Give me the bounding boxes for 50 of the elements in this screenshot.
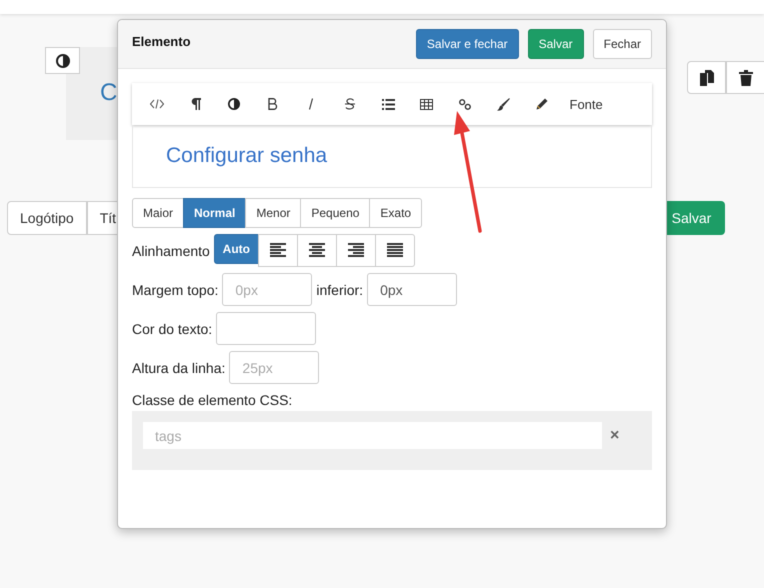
code-icon [150, 99, 164, 109]
align-right-icon [346, 243, 365, 258]
bold-icon [268, 98, 278, 110]
field-label: Margem topo: [132, 282, 218, 298]
link-icon [459, 98, 472, 110]
align-left-button[interactable] [258, 234, 298, 267]
trash-icon [738, 70, 752, 86]
align-right-button[interactable] [336, 234, 376, 267]
field-label: Classe de elemento CSS: [132, 392, 294, 408]
input-field[interactable]: 0px [222, 273, 312, 306]
align-justify-button[interactable] [374, 234, 415, 267]
italic-icon [308, 98, 314, 110]
size-option[interactable]: Pequeno [300, 198, 370, 228]
tags-field[interactable]: tags [143, 422, 602, 449]
contrast-icon [228, 98, 240, 110]
align-left-icon [268, 243, 287, 258]
tab[interactable]: Logótipo [7, 201, 87, 235]
close-button[interactable]: Fechar [592, 29, 652, 59]
copy-button[interactable] [687, 61, 726, 94]
dialog-title: Elemento [132, 34, 191, 48]
auto-align-button[interactable]: Auto [214, 234, 259, 264]
heading-text: C [100, 79, 118, 107]
size-option[interactable]: Menor [245, 198, 302, 228]
input-field[interactable]: 25px [229, 351, 320, 384]
copy-icon [700, 70, 714, 86]
paragraph-icon [190, 98, 201, 110]
align-center-icon [308, 243, 326, 258]
brush-icon [497, 98, 510, 110]
contrast-icon [56, 54, 70, 68]
size-option[interactable]: Maior [132, 198, 184, 228]
strikethrough-icon [344, 98, 355, 110]
size-option[interactable]: Exato [369, 198, 422, 228]
clear-button[interactable]: × [605, 422, 624, 449]
table-icon [420, 98, 434, 110]
list-icon [382, 98, 395, 110]
field-label: Cor do texto: [132, 320, 212, 336]
heading-text: Configurar senha [166, 144, 328, 168]
save-button[interactable]: Salvar e fechar [416, 29, 519, 59]
align-center-button[interactable] [296, 234, 337, 267]
align-justify-icon [386, 243, 404, 258]
font-button[interactable]: Fonte [562, 89, 603, 119]
contrast-button[interactable] [45, 47, 80, 74]
size-option[interactable]: Normal [183, 198, 246, 228]
input-field[interactable]: 0px [367, 273, 458, 306]
field-label: inferior: [316, 282, 364, 298]
input-field[interactable] [216, 312, 316, 345]
delete-button[interactable] [726, 61, 764, 94]
field-label: Altura da linha: [132, 360, 226, 376]
pencil-icon [536, 98, 548, 110]
alignment-label: Alinhamento [132, 242, 210, 258]
